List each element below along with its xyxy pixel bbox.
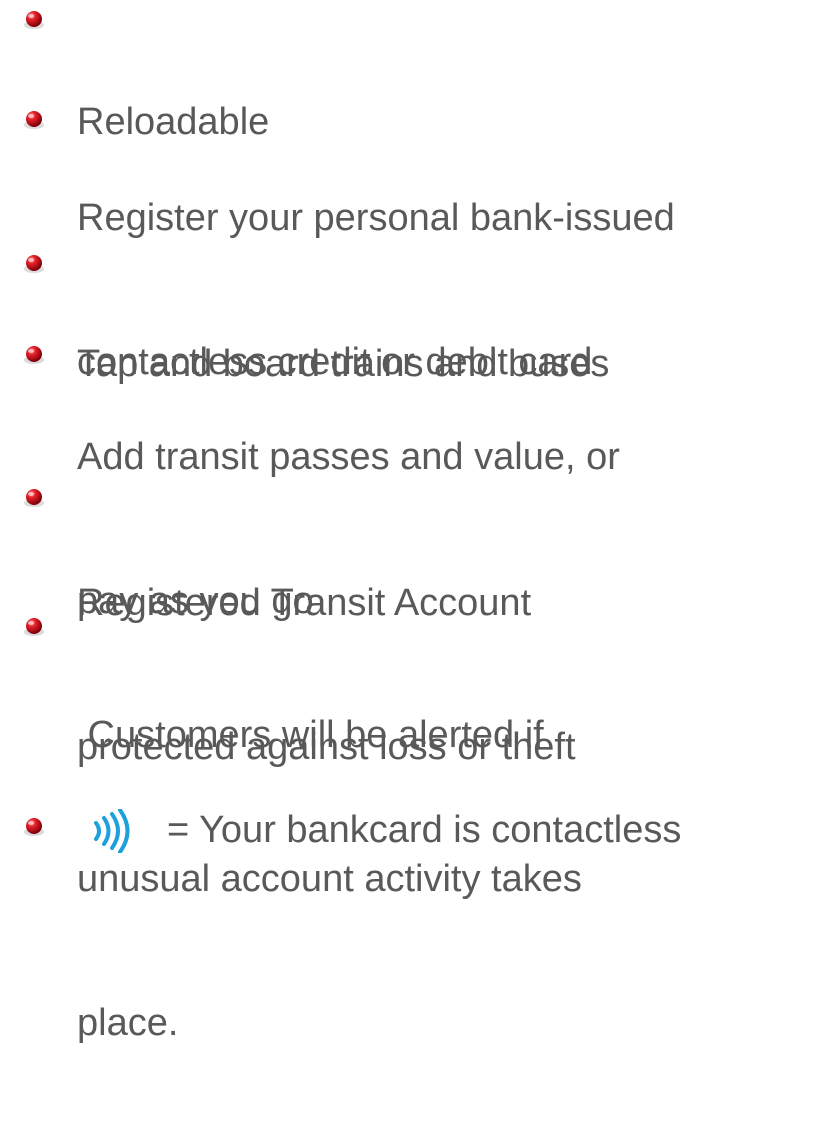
bullet-list: Reloadable Register your personal bank-i… [0,0,834,1044]
red-ball-bullet-icon [24,111,44,129]
contactless-explanation-text: = Your bankcard is contactless [167,809,682,851]
list-item-text: Customers will be alerted if unusual acc… [77,714,582,1044]
red-ball-bullet-icon [24,11,44,29]
contactless-icon [94,809,130,853]
red-ball-bullet-icon [24,255,44,273]
red-ball-bullet-icon [24,818,44,836]
red-ball-bullet-icon [24,489,44,507]
red-ball-bullet-icon [24,346,44,364]
red-ball-bullet-icon [24,618,44,636]
